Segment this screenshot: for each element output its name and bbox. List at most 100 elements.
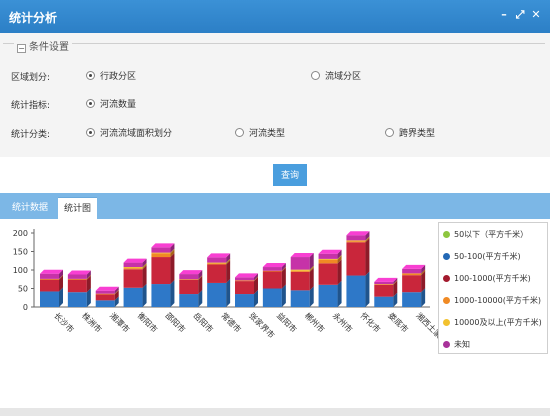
legend-label: 1000-10000(平方千米) bbox=[454, 296, 541, 305]
x-tick-label: 衡阳市 bbox=[136, 310, 160, 334]
bar-segment bbox=[67, 279, 87, 293]
radio-checked-icon[interactable] bbox=[86, 71, 95, 80]
bar-segment bbox=[290, 269, 310, 271]
legend-dot-icon bbox=[443, 341, 450, 348]
radio-label: 流域分区 bbox=[325, 72, 362, 82]
bar-segment bbox=[318, 253, 338, 259]
y-tick-label: 50 bbox=[18, 285, 28, 294]
x-tick-label: 长沙市 bbox=[52, 310, 76, 334]
radio-basin-area[interactable]: 河流流域面积划分 bbox=[86, 126, 172, 139]
bar-segment-side bbox=[365, 271, 370, 307]
bar-segment bbox=[179, 274, 199, 280]
bar-segment bbox=[290, 290, 310, 307]
bar-segment bbox=[262, 271, 282, 289]
bar-segment bbox=[402, 292, 422, 307]
bar-segment bbox=[402, 268, 422, 274]
bar-top bbox=[402, 264, 426, 269]
y-tick-label: 0 bbox=[23, 303, 28, 312]
bar-segment bbox=[262, 288, 282, 307]
bar-segment bbox=[95, 293, 115, 295]
bar-segment bbox=[262, 267, 282, 271]
region-label: 区域划分: bbox=[11, 73, 51, 83]
bar-segment bbox=[235, 294, 254, 307]
bar-segment bbox=[235, 281, 254, 295]
bar-segment bbox=[95, 300, 115, 307]
bar-segment-side bbox=[170, 280, 175, 307]
bar-segment bbox=[207, 263, 227, 265]
x-tick-label: 湘潭市 bbox=[108, 310, 132, 334]
radio-river-type[interactable]: 河流类型 bbox=[235, 126, 285, 139]
radio-label: 河流数量 bbox=[100, 100, 137, 110]
bar-segment-side bbox=[365, 238, 370, 276]
bar-segment bbox=[235, 280, 254, 282]
tab-statistics-chart[interactable]: 统计图 bbox=[58, 197, 98, 219]
bar-segment bbox=[262, 270, 282, 272]
bar-segment bbox=[318, 259, 338, 264]
bar-segment bbox=[207, 257, 227, 263]
y-tick-label: 200 bbox=[13, 229, 28, 238]
legend-item[interactable]: 50以下（平方千米） bbox=[443, 229, 528, 240]
window-title: 统计分析 bbox=[9, 11, 58, 25]
tab-statistics-data[interactable]: 统计数据 bbox=[6, 197, 54, 219]
bar-top bbox=[67, 270, 91, 275]
title-bar: 统计分析 – ⤢ ✕ bbox=[0, 0, 550, 33]
radio-river-count[interactable]: 河流数量 bbox=[86, 97, 136, 110]
bar-segment bbox=[123, 287, 143, 307]
maximize-icon[interactable]: ⤢ bbox=[514, 9, 526, 21]
bar-top bbox=[346, 231, 370, 236]
close-icon[interactable]: ✕ bbox=[530, 9, 542, 21]
radio-unchecked-icon[interactable] bbox=[235, 128, 244, 137]
bar-top bbox=[151, 243, 175, 248]
radio-cross-border-type[interactable]: 跨界类型 bbox=[385, 126, 435, 139]
bar-segment bbox=[40, 279, 59, 292]
radio-unchecked-icon[interactable] bbox=[385, 128, 394, 137]
legend-dot-icon bbox=[443, 253, 450, 260]
radio-basin-region[interactable]: 流域分区 bbox=[311, 69, 361, 82]
legend-item[interactable]: 10000及以上(平方千米) bbox=[443, 317, 542, 328]
legend-item[interactable]: 100-1000(平方千米) bbox=[443, 273, 531, 284]
bar-segment bbox=[40, 273, 59, 279]
bar-segment bbox=[207, 262, 227, 264]
x-tick-label: 郴州市 bbox=[303, 310, 327, 334]
bar-segment-side bbox=[170, 253, 175, 285]
radio-checked-icon[interactable] bbox=[86, 99, 95, 108]
bar-segment bbox=[207, 282, 227, 307]
bar-segment bbox=[346, 275, 366, 307]
radio-label: 行政分区 bbox=[100, 72, 137, 82]
bar-segment bbox=[179, 294, 199, 307]
bar-segment bbox=[402, 273, 422, 276]
bottom-bar bbox=[0, 408, 550, 416]
legend-label: 10000及以上(平方千米) bbox=[454, 318, 542, 327]
x-tick-label: 永州市 bbox=[331, 310, 355, 334]
legend-item[interactable]: 50-100(平方千米) bbox=[443, 251, 521, 262]
indicator-label: 统计指标: bbox=[11, 101, 51, 111]
minimize-icon[interactable]: – bbox=[498, 9, 510, 21]
bar-top bbox=[374, 277, 398, 282]
bar-segment bbox=[151, 284, 171, 307]
query-button[interactable]: 查询 bbox=[273, 164, 307, 186]
x-tick-label: 岳阳市 bbox=[191, 310, 215, 334]
bar-segment bbox=[374, 284, 394, 285]
bar-segment bbox=[374, 284, 394, 297]
conditions-panel: − 条件设置 区域划分: 行政分区 流域分区 统计指标: 河流数量 统计分类: 河… bbox=[0, 33, 550, 157]
bar-top bbox=[207, 253, 231, 258]
legend-label: 100-1000(平方千米) bbox=[454, 274, 531, 283]
bar-segment bbox=[374, 296, 394, 307]
bar-top bbox=[123, 258, 147, 263]
bar-segment bbox=[179, 279, 199, 280]
x-tick-label: 怀化市 bbox=[359, 310, 383, 334]
radio-unchecked-icon[interactable] bbox=[311, 71, 320, 80]
legend-item[interactable]: 1000-10000(平方千米) bbox=[443, 295, 541, 306]
radio-checked-icon[interactable] bbox=[86, 128, 95, 137]
radio-admin-region[interactable]: 行政分区 bbox=[86, 69, 136, 82]
collapse-icon[interactable]: − bbox=[17, 44, 26, 53]
x-tick-label: 益阳市 bbox=[275, 310, 299, 334]
bar-segment bbox=[318, 263, 338, 285]
radio-label: 河流流域面积划分 bbox=[100, 129, 173, 139]
legend-item[interactable]: 未知 bbox=[443, 339, 470, 350]
conditions-header[interactable]: − 条件设置 bbox=[14, 38, 72, 53]
x-tick-label: 湘西土家族苗族自治… bbox=[414, 310, 440, 374]
bar-segment bbox=[402, 275, 422, 293]
bar-segment bbox=[290, 270, 310, 272]
radio-label: 河流类型 bbox=[249, 129, 286, 139]
